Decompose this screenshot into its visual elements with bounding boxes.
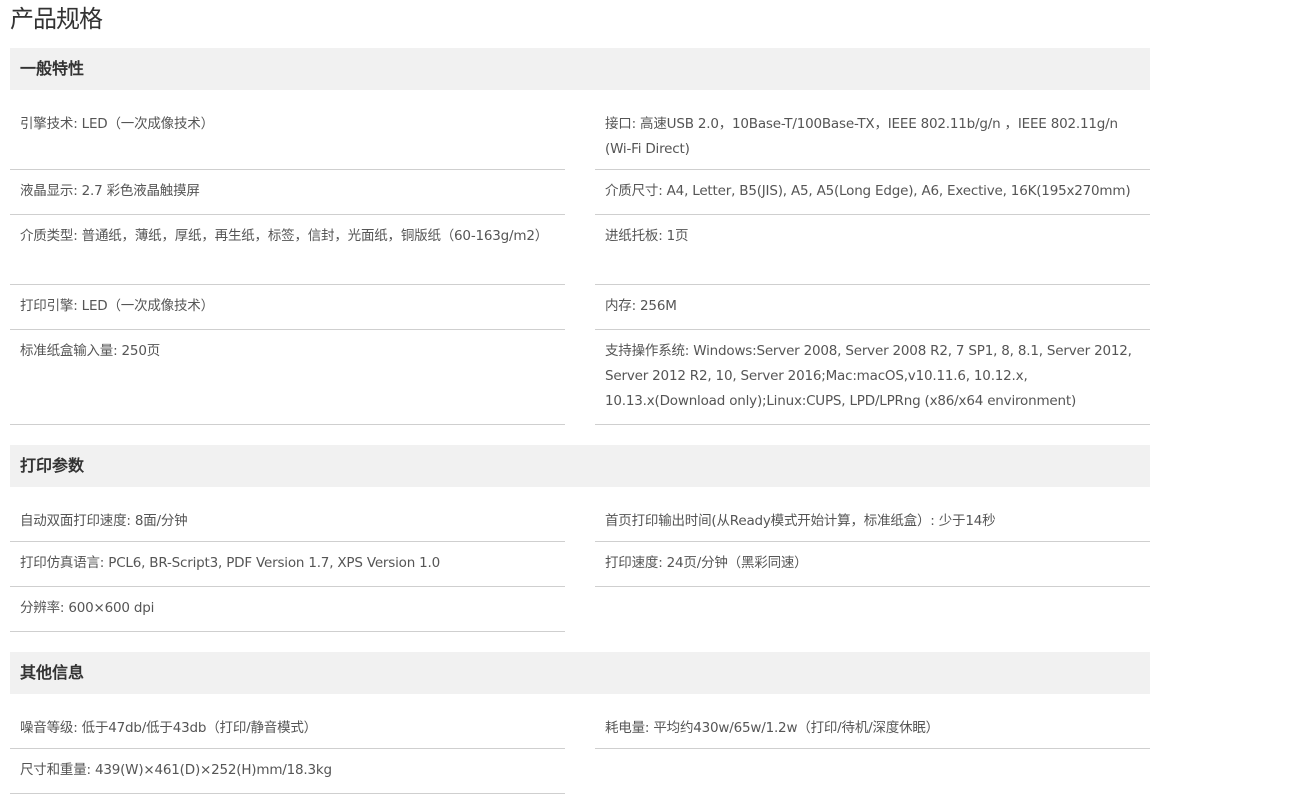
section-header: 打印参数 [10,445,1150,487]
spec-item-feed-tray: 进纸托板: 1页 [595,215,1150,285]
spec-item-resolution: 分辨率: 600×600 dpi [10,587,565,632]
spec-item-interface: 接口: 高速USB 2.0，10Base-T/100Base-TX，IEEE 8… [595,90,1150,170]
spec-item-power: 耗电量: 平均约430w/65w/1.2w（打印/待机/深度休眠） [595,694,1150,749]
spec-item-engine-tech: 引擎技术: LED（一次成像技术） [10,90,565,170]
spec-label: 介质类型: [20,228,82,244]
spec-label: 内存: [605,298,641,314]
section-header: 其他信息 [10,652,1150,694]
spec-label: 液晶显示: [20,183,82,199]
section-header: 一般特性 [10,48,1150,90]
spec-page: 产品规格 一般特性 引擎技术: LED（一次成像技术） 接口: 高速USB 2.… [0,0,1304,794]
spec-item-lcd: 液晶显示: 2.7 彩色液晶触摸屏 [10,170,565,215]
spec-label: 分辨率: [20,600,69,616]
spec-value: 24页/分钟（黑彩同速） [666,555,808,571]
spec-value: 439(W)×461(D)×252(H)mm/18.3kg [94,762,332,778]
spec-item-empty [595,749,1150,794]
spec-label: 噪音等级: [20,720,82,736]
spec-label: 自动双面打印速度: [20,513,135,529]
spec-value: LED（一次成像技术） [81,298,214,314]
section-print-params: 打印参数 自动双面打印速度: 8面/分钟 首页打印输出时间(从Ready模式开始… [10,445,1150,632]
spec-value: 少于14秒 [938,513,996,529]
spec-item-print-engine: 打印引擎: LED（一次成像技术） [10,285,565,330]
spec-item-tray-capacity: 标准纸盒输入量: 250页 [10,330,565,425]
spec-item-dimensions: 尺寸和重量: 439(W)×461(D)×252(H)mm/18.3kg [10,749,565,794]
spec-value: 2.7 彩色液晶触摸屏 [81,183,200,199]
spec-grid: 引擎技术: LED（一次成像技术） 接口: 高速USB 2.0，10Base-T… [10,90,1150,425]
spec-item-first-page-out: 首页打印输出时间(从Ready模式开始计算，标准纸盒）: 少于14秒 [595,487,1150,542]
spec-value: PCL6, BR-Script3, PDF Version 1.7, XPS V… [108,555,441,571]
page-title: 产品规格 [10,5,103,33]
spec-value: 600×600 dpi [68,600,155,616]
section-general: 一般特性 引擎技术: LED（一次成像技术） 接口: 高速USB 2.0，10B… [10,48,1150,425]
spec-label: 支持操作系统: [605,343,694,359]
spec-grid: 自动双面打印速度: 8面/分钟 首页打印输出时间(从Ready模式开始计算，标准… [10,487,1150,632]
spec-label: 尺寸和重量: [20,762,95,778]
spec-label: 进纸托板: [605,228,667,244]
spec-label: 首页打印输出时间(从Ready模式开始计算，标准纸盒）: [605,513,939,529]
spec-value: 低于47db/低于43db（打印/静音模式） [81,720,318,736]
spec-value: 高速USB 2.0，10Base-T/100Base-TX，IEEE 802.1… [605,116,1118,157]
spec-value: 平均约430w/65w/1.2w（打印/待机/深度休眠） [653,720,939,736]
spec-item-memory: 内存: 256M [595,285,1150,330]
spec-item-emulation: 打印仿真语言: PCL6, BR-Script3, PDF Version 1.… [10,542,565,587]
spec-value: 1页 [666,228,689,244]
spec-item-os-support: 支持操作系统: Windows:Server 2008, Server 2008… [595,330,1150,425]
spec-value: 普通纸，薄纸，厚纸，再生纸，标签，信封，光面纸，铜版纸（60-163g/m2） [81,228,549,244]
spec-item-media-type: 介质类型: 普通纸，薄纸，厚纸，再生纸，标签，信封，光面纸，铜版纸（60-163… [10,215,565,285]
section-other-info: 其他信息 噪音等级: 低于47db/低于43db（打印/静音模式） 耗电量: 平… [10,652,1150,794]
spec-label: 打印速度: [605,555,667,571]
spec-value: 250页 [121,343,161,359]
spec-item-media-size: 介质尺寸: A4, Letter, B5(JIS), A5, A5(Long E… [595,170,1150,215]
spec-label: 接口: [605,116,641,132]
spec-label: 介质尺寸: [605,183,667,199]
spec-value: LED（一次成像技术） [81,116,214,132]
spec-label: 打印仿真语言: [20,555,109,571]
spec-item-print-speed: 打印速度: 24页/分钟（黑彩同速） [595,542,1150,587]
spec-label: 标准纸盒输入量: [20,343,122,359]
spec-label: 耗电量: [605,720,654,736]
spec-value: A4, Letter, B5(JIS), A5, A5(Long Edge), … [666,183,1131,199]
spec-grid: 噪音等级: 低于47db/低于43db（打印/静音模式） 耗电量: 平均约430… [10,694,1150,794]
spec-label: 打印引擎: [20,298,82,314]
spec-item-noise: 噪音等级: 低于47db/低于43db（打印/静音模式） [10,694,565,749]
spec-item-empty [595,587,1150,632]
spec-label: 引擎技术: [20,116,82,132]
spec-value: 256M [640,298,677,314]
spec-item-duplex-speed: 自动双面打印速度: 8面/分钟 [10,487,565,542]
spec-value: 8面/分钟 [134,513,188,529]
